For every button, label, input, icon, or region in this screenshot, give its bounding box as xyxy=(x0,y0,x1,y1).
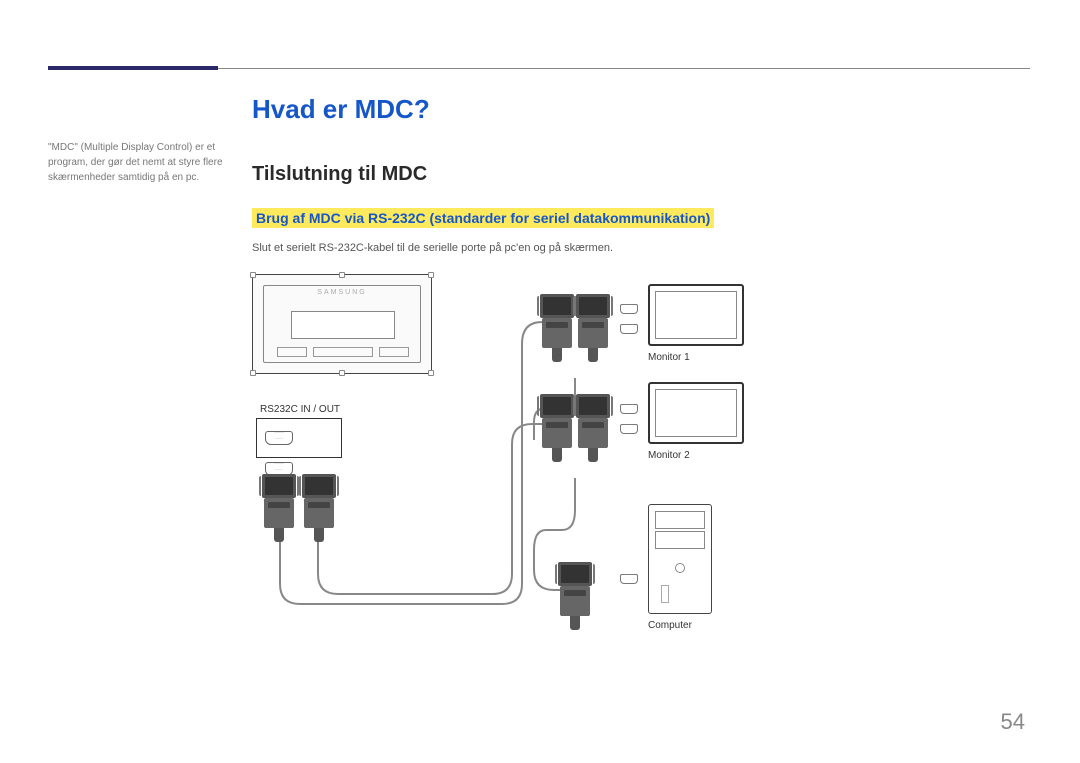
heading-h3: Brug af MDC via RS-232C (standarder for … xyxy=(252,208,714,228)
heading-h2: Tilslutning til MDC xyxy=(252,163,1030,186)
rs232-connector xyxy=(558,562,592,630)
rs232-connector xyxy=(262,474,296,542)
mount-hole xyxy=(250,272,256,278)
rs232-connector xyxy=(576,394,610,462)
power-button-icon xyxy=(675,563,685,573)
monitor1-label: Monitor 1 xyxy=(648,352,690,363)
heading-h1: Hvad er MDC? xyxy=(252,94,1030,125)
rs232c-port-box xyxy=(256,418,342,458)
body-text: Slut et serielt RS-232C-kabel til de ser… xyxy=(252,242,1030,254)
rs232-connector xyxy=(540,294,574,362)
display-panel xyxy=(291,311,395,339)
mini-serial-port-icon xyxy=(620,304,638,314)
display-slot xyxy=(379,347,409,357)
monitor-illustration xyxy=(648,382,744,444)
display-slot xyxy=(313,347,373,357)
serial-port-icon xyxy=(265,431,293,445)
display-rear-illustration: SAMSUNG xyxy=(252,274,432,374)
mount-hole xyxy=(250,370,256,376)
pc-slot xyxy=(661,585,669,603)
mount-hole xyxy=(428,370,434,376)
header-rule-accent xyxy=(48,66,218,70)
mount-hole xyxy=(339,272,345,278)
display-slot xyxy=(277,347,307,357)
display-brand: SAMSUNG xyxy=(253,289,431,296)
computer-tower-illustration xyxy=(648,504,712,614)
mini-serial-port-icon xyxy=(620,424,638,434)
mini-serial-port-icon xyxy=(620,324,638,334)
mount-hole xyxy=(339,370,345,376)
rs232-connector xyxy=(302,474,336,542)
computer-label: Computer xyxy=(648,620,692,631)
mount-hole xyxy=(428,272,434,278)
side-note: "MDC" (Multiple Display Control) er et p… xyxy=(48,140,228,185)
mini-serial-port-icon xyxy=(620,574,638,584)
page-number: 54 xyxy=(1001,709,1025,735)
connection-diagram: SAMSUNG RS232C IN / OUT xyxy=(252,274,812,694)
rs232-connector xyxy=(576,294,610,362)
monitor-illustration xyxy=(648,284,744,346)
main-content: Hvad er MDC? Tilslutning til MDC Brug af… xyxy=(252,94,1030,694)
monitor2-label: Monitor 2 xyxy=(648,450,690,461)
rs232c-port-label: RS232C IN / OUT xyxy=(260,404,340,415)
document-page: "MDC" (Multiple Display Control) er et p… xyxy=(0,0,1080,763)
rs232-connector xyxy=(540,394,574,462)
mini-serial-port-icon xyxy=(620,404,638,414)
